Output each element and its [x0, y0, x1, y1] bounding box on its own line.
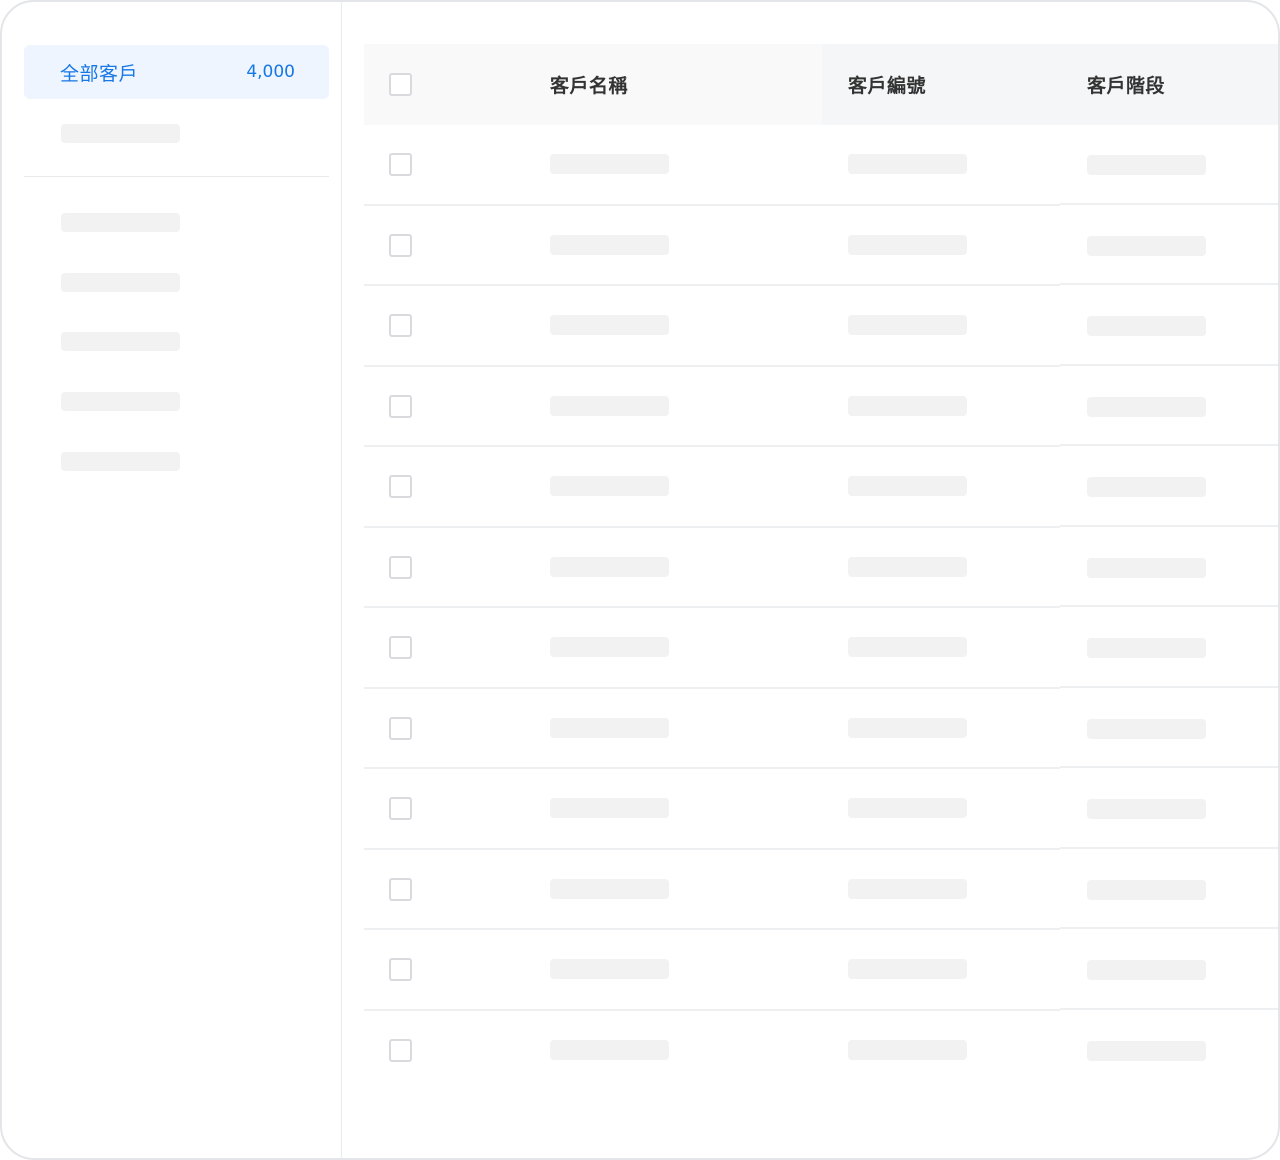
- cell-placeholder: [848, 1039, 967, 1060]
- cell-placeholder: [848, 717, 967, 738]
- row-checkbox[interactable]: [389, 153, 412, 176]
- cell-placeholder: [550, 556, 669, 577]
- table-row[interactable]: [364, 125, 1278, 206]
- cell-placeholder: [1087, 235, 1206, 256]
- table-row[interactable]: [364, 930, 1278, 1011]
- table-body: [364, 125, 1278, 1092]
- row-divider: [1060, 524, 1278, 527]
- table-row[interactable]: [364, 528, 1278, 608]
- customer-table: 客戶名稱 客戶編號 客戶階段: [364, 44, 1278, 1092]
- column-header-stage[interactable]: 客戶階段: [1087, 44, 1165, 125]
- table-row[interactable]: [364, 850, 1278, 930]
- select-all-checkbox[interactable]: [389, 73, 412, 96]
- sidebar-placeholder: [61, 124, 180, 143]
- row-checkbox[interactable]: [389, 716, 412, 740]
- table-row[interactable]: [364, 769, 1278, 850]
- cell-placeholder: [1087, 396, 1206, 417]
- cell-placeholder: [550, 878, 669, 899]
- sidebar-item-count: 4,000: [246, 62, 295, 82]
- row-divider: [1060, 283, 1278, 285]
- table-row[interactable]: [364, 367, 1278, 447]
- cell-placeholder: [550, 959, 669, 979]
- cell-placeholder: [848, 395, 967, 416]
- cell-placeholder: [1087, 557, 1206, 578]
- sidebar: 全部客戶 4,000: [2, 2, 342, 1158]
- row-divider: [1060, 927, 1278, 929]
- cell-placeholder: [1087, 879, 1206, 900]
- sidebar-item-label: 全部客戶: [60, 62, 139, 85]
- column-header-name[interactable]: 客戶名稱: [550, 44, 628, 125]
- cell-placeholder: [1087, 718, 1206, 739]
- cell-placeholder: [550, 234, 669, 255]
- cell-placeholder: [1087, 155, 1206, 175]
- sidebar-item-all-customers[interactable]: 全部客戶 4,000: [24, 45, 329, 99]
- row-checkbox[interactable]: [389, 314, 412, 337]
- row-checkbox[interactable]: [389, 555, 412, 579]
- row-divider: [1060, 685, 1278, 688]
- row-divider: [1060, 444, 1278, 446]
- cell-placeholder: [1087, 1040, 1206, 1061]
- row-checkbox[interactable]: [389, 877, 412, 901]
- cell-placeholder: [848, 959, 967, 979]
- cell-placeholder: [550, 1039, 669, 1060]
- row-divider: [1060, 1007, 1278, 1010]
- column-header-id[interactable]: 客戶編號: [848, 44, 926, 125]
- sidebar-placeholder: [61, 452, 180, 471]
- row-checkbox[interactable]: [389, 475, 412, 498]
- cell-placeholder: [848, 556, 967, 577]
- cell-placeholder: [848, 637, 967, 657]
- cell-placeholder: [848, 476, 967, 496]
- row-checkbox[interactable]: [389, 394, 412, 418]
- row-checkbox[interactable]: [389, 797, 412, 820]
- cell-placeholder: [550, 395, 669, 416]
- table-row[interactable]: [364, 689, 1278, 769]
- row-checkbox[interactable]: [389, 1038, 412, 1062]
- row-divider: [1060, 846, 1278, 849]
- cell-placeholder: [550, 637, 669, 657]
- cell-placeholder: [848, 154, 967, 174]
- cell-placeholder: [1087, 477, 1206, 497]
- table-row[interactable]: [364, 286, 1278, 367]
- row-checkbox[interactable]: [389, 233, 412, 257]
- cell-placeholder: [550, 315, 669, 335]
- cell-placeholder: [1087, 638, 1206, 658]
- row-divider: [1060, 363, 1278, 366]
- sidebar-placeholder: [61, 332, 180, 351]
- cell-placeholder: [848, 315, 967, 335]
- cell-placeholder: [1087, 799, 1206, 819]
- cell-placeholder: [1087, 960, 1206, 980]
- app-window: 全部客戶 4,000 客戶名稱 客戶編號 客戶階段: [0, 0, 1280, 1160]
- row-divider: [1060, 766, 1278, 768]
- row-divider: [1060, 605, 1278, 607]
- cell-placeholder: [550, 717, 669, 738]
- sidebar-placeholder: [61, 273, 180, 292]
- cell-placeholder: [848, 878, 967, 899]
- row-checkbox[interactable]: [389, 958, 412, 981]
- table-row[interactable]: [364, 447, 1278, 528]
- cell-placeholder: [848, 234, 967, 255]
- row-checkbox[interactable]: [389, 636, 412, 659]
- sidebar-divider: [24, 176, 329, 177]
- table-header: 客戶名稱 客戶編號 客戶階段: [364, 44, 1278, 125]
- sidebar-placeholder: [61, 213, 180, 232]
- sidebar-placeholder: [61, 392, 180, 411]
- row-divider: [1060, 202, 1278, 205]
- cell-placeholder: [848, 798, 967, 818]
- cell-placeholder: [550, 798, 669, 818]
- cell-placeholder: [550, 154, 669, 174]
- table-row[interactable]: [364, 206, 1278, 286]
- table-row[interactable]: [364, 1011, 1278, 1092]
- cell-placeholder: [1087, 316, 1206, 336]
- cell-placeholder: [550, 476, 669, 496]
- table-row[interactable]: [364, 608, 1278, 689]
